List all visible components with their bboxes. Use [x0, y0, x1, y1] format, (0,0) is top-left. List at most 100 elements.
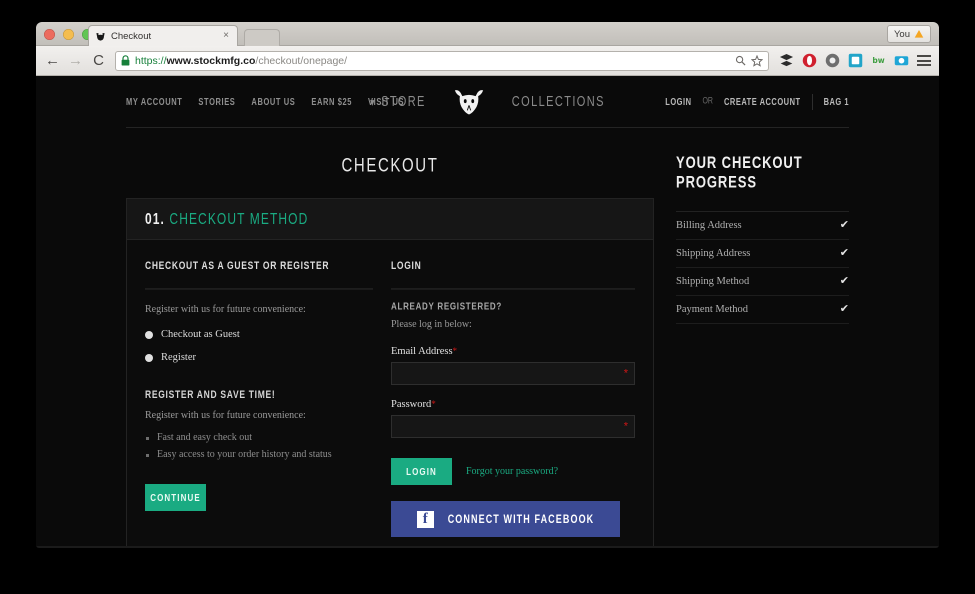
primary-nav: MY ACCOUNT STORIES ABOUT US EARN $25 VIS… — [126, 96, 404, 108]
reload-button[interactable]: C — [90, 53, 107, 68]
radio-button-icon — [145, 330, 153, 339]
login-button[interactable]: LOGIN — [391, 458, 452, 485]
guest-intro-text: Register with us for future convenience: — [145, 304, 306, 315]
url-path: /checkout/onepage/ — [255, 54, 348, 67]
webpage-viewport: MY ACCOUNT STORIES ABOUT US EARN $25 VIS… — [36, 76, 939, 546]
star-icon[interactable] — [751, 54, 763, 67]
forgot-password-link[interactable]: Forgot your password? — [466, 466, 558, 477]
password-field-wrapper[interactable]: * — [391, 415, 635, 438]
magnifier-icon[interactable] — [735, 55, 746, 66]
url-scheme: https:// — [135, 54, 167, 67]
radio-label-register: Register — [161, 352, 196, 363]
blue-note-icon[interactable] — [848, 53, 863, 68]
buffer-icon[interactable] — [779, 53, 794, 68]
already-registered-text: ALREADY REGISTERED? — [391, 300, 502, 313]
or-separator: or — [702, 96, 713, 107]
continue-button-label: CONTINUE — [150, 491, 201, 504]
nav-divider — [811, 93, 813, 110]
connect-with-facebook-button[interactable]: f CONNECT WITH FACEBOOK — [391, 501, 620, 537]
progress-list: Billing Address ✔ Shipping Address ✔ Shi… — [676, 211, 849, 324]
step-number: 01. — [145, 210, 165, 228]
facebook-f-icon: f — [416, 510, 434, 528]
password-field[interactable] — [392, 416, 634, 437]
nav-item-stories[interactable]: STORIES — [198, 96, 235, 108]
bull-head-logo[interactable] — [452, 87, 486, 117]
login-link[interactable]: LOGIN — [665, 96, 691, 108]
warning-triangle-icon — [914, 30, 924, 38]
opera-red-icon[interactable] — [802, 53, 817, 68]
required-marker: * — [431, 399, 436, 409]
hamburger-menu-icon[interactable] — [917, 55, 931, 66]
password-field-label: Password* — [391, 399, 635, 410]
browser-toolbar: ← → C https://www.stockmfg.co/checkout/o… — [36, 46, 939, 76]
list-item: Fast and easy check out — [145, 432, 373, 443]
progress-item-shipping-method[interactable]: Shipping Method ✔ — [676, 268, 849, 296]
radio-button-icon — [145, 353, 153, 362]
login-column: LOGIN ALREADY REGISTERED? Please log in … — [391, 258, 635, 537]
account-nav: LOGIN or CREATE ACCOUNT BAG 1 — [665, 93, 849, 110]
url-host: www.stockmfg.co — [166, 54, 256, 67]
continue-button[interactable]: CONTINUE — [145, 484, 206, 511]
progress-item-label: Payment Method — [676, 304, 749, 315]
minimize-window-button[interactable] — [63, 29, 74, 40]
required-star-icon: * — [623, 420, 628, 432]
nav-item-earn-25[interactable]: EARN $25 — [311, 96, 352, 108]
register-save-time-heading: REGISTER AND SAVE TIME! — [145, 387, 276, 401]
bag-link[interactable]: BAG 1 — [824, 96, 849, 108]
nav-item-my-account[interactable]: MY ACCOUNT — [126, 96, 182, 108]
progress-item-billing-address[interactable]: Billing Address ✔ — [676, 212, 849, 240]
nav-item-collections[interactable]: COLLECTIONS — [512, 94, 605, 110]
profile-label: You — [893, 28, 910, 40]
create-account-link[interactable]: CREATE ACCOUNT — [724, 96, 801, 108]
guest-section-heading: CHECKOUT AS A GUEST OR REGISTER — [145, 258, 373, 290]
browser-window: Checkout × You ← → C https://www.stockmf… — [36, 22, 939, 548]
profile-you-button[interactable]: You — [886, 25, 931, 43]
check-icon: ✔ — [839, 275, 849, 287]
close-icon[interactable]: × — [221, 31, 231, 41]
progress-column: YOUR CHECKOUT PROGRESS Billing Address ✔… — [676, 150, 849, 546]
checkout-method-panel: 01. CHECKOUT METHOD CHECKOUT AS A GUEST … — [126, 198, 654, 546]
required-star-icon: * — [623, 367, 628, 379]
login-button-label: LOGIN — [406, 465, 437, 478]
radio-label-guest: Checkout as Guest — [161, 329, 240, 340]
forward-button[interactable]: → — [67, 53, 84, 68]
email-field-label: Email Address* — [391, 346, 635, 357]
progress-item-payment-method[interactable]: Payment Method ✔ — [676, 296, 849, 324]
checkout-method-header[interactable]: 01. CHECKOUT METHOD — [127, 199, 653, 240]
bull-favicon — [96, 32, 105, 41]
step-title: CHECKOUT METHOD — [169, 210, 309, 228]
window-traffic-lights — [44, 29, 93, 40]
close-window-button[interactable] — [44, 29, 55, 40]
back-button[interactable]: ← — [44, 53, 61, 68]
browser-tab-checkout[interactable]: Checkout × — [88, 25, 238, 46]
progress-item-label: Shipping Address — [676, 248, 751, 259]
new-tab-button[interactable] — [244, 29, 280, 46]
browser-extensions: bw — [775, 53, 931, 68]
progress-title: YOUR CHECKOUT PROGRESS — [676, 152, 803, 192]
email-field[interactable] — [392, 363, 634, 384]
nav-item-about-us[interactable]: ABOUT US — [251, 96, 295, 108]
site-header: MY ACCOUNT STORIES ABOUT US EARN $25 VIS… — [126, 76, 849, 128]
facebook-button-label: CONNECT WITH FACEBOOK — [447, 512, 595, 526]
checkout-column: CHECKOUT 01. CHECKOUT METHOD CHECKOUT AS… — [126, 150, 654, 546]
required-marker: * — [452, 346, 458, 356]
nav-item-store[interactable]: ▾ STORE — [370, 94, 426, 110]
check-icon: ✔ — [839, 247, 849, 259]
address-bar[interactable]: https://www.stockmfg.co/checkout/onepage… — [115, 50, 769, 71]
bw-wordmark-icon[interactable]: bw — [871, 53, 886, 68]
radio-register[interactable]: Register — [145, 352, 373, 363]
chevron-down-icon: ▾ — [370, 95, 377, 108]
check-icon: ✔ — [839, 219, 849, 231]
grey-circle-icon[interactable] — [825, 53, 840, 68]
tab-title: Checkout — [111, 30, 152, 42]
padlock-secure-icon — [121, 55, 130, 66]
radio-checkout-as-guest[interactable]: Checkout as Guest — [145, 329, 373, 340]
progress-item-label: Billing Address — [676, 220, 742, 231]
register-save-time-intro: Register with us for future convenience: — [145, 410, 306, 421]
email-field-wrapper[interactable]: * — [391, 362, 635, 385]
progress-item-shipping-address[interactable]: Shipping Address ✔ — [676, 240, 849, 268]
benefits-list: Fast and easy check out Easy access to y… — [145, 432, 373, 460]
nav-item-store-label: STORE — [381, 93, 426, 110]
login-actions: LOGIN Forgot your password? — [391, 458, 635, 485]
camera-icon[interactable] — [894, 53, 909, 68]
